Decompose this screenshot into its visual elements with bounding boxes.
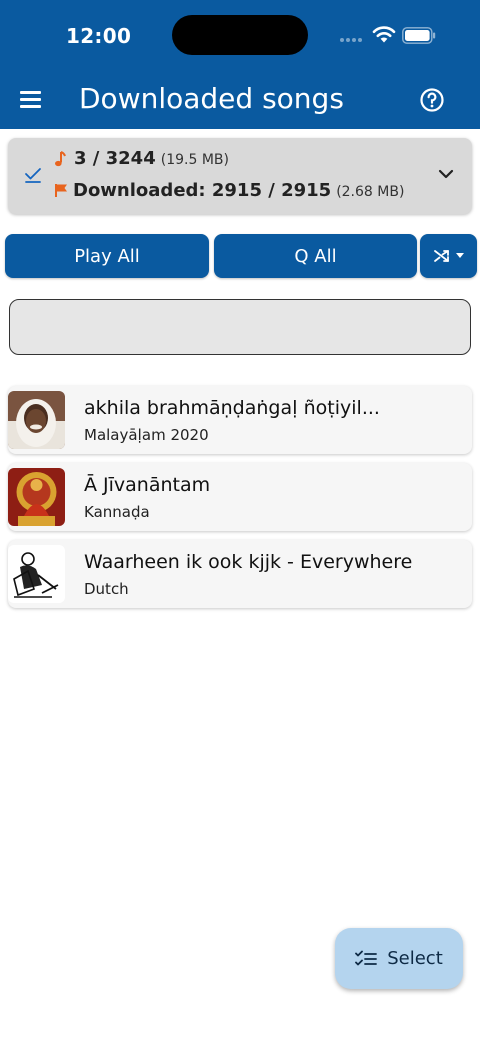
downloaded-count: Downloaded: 2915 / 2915 xyxy=(73,180,332,201)
song-item[interactable]: Ā Jīvanāntam Kannaḍa xyxy=(8,463,472,531)
app-bar: Downloaded songs xyxy=(0,72,480,129)
page-title: Downloaded songs xyxy=(79,82,344,115)
music-note-icon xyxy=(55,150,66,166)
song-language: Dutch xyxy=(84,580,129,598)
select-button[interactable]: Select xyxy=(335,928,463,989)
shuffle-icon xyxy=(434,250,449,262)
caret-down-icon xyxy=(456,253,464,258)
song-list: akhila brahmāṇḍaṅgaḷ ñoṭiyil... Malayāḷa… xyxy=(8,386,472,617)
song-thumbnail xyxy=(8,545,65,603)
song-language: Malayāḷam 2020 xyxy=(84,426,209,444)
action-row: Play All Q All xyxy=(0,234,480,280)
song-count: 3 / 3244 xyxy=(74,148,156,169)
song-language: Kannaḍa xyxy=(84,503,150,521)
check-icon[interactable] xyxy=(24,166,42,184)
song-thumbnail xyxy=(8,391,65,449)
song-title: Waarheen ik ook kjjk - Everywhere xyxy=(84,551,413,573)
wifi-icon xyxy=(372,26,396,43)
play-all-button[interactable]: Play All xyxy=(5,234,209,278)
song-title: akhila brahmāṇḍaṅgaḷ ñoṭiyil... xyxy=(84,397,380,419)
status-bar: 12:00 xyxy=(0,0,480,72)
menu-icon[interactable] xyxy=(18,86,44,112)
shuffle-menu-button[interactable] xyxy=(420,234,477,278)
song-size: (19.5 MB) xyxy=(160,152,229,168)
flag-icon xyxy=(55,184,67,197)
downloaded-row: Downloaded: 2915 / 2915 (2.68 MB) xyxy=(54,180,404,201)
song-item[interactable]: akhila brahmāṇḍaṅgaḷ ñoṭiyil... Malayāḷa… xyxy=(8,386,472,454)
chevron-down-icon[interactable] xyxy=(438,168,454,180)
status-time: 12:00 xyxy=(66,24,132,48)
search-input[interactable] xyxy=(9,299,471,355)
dynamic-island xyxy=(172,15,308,55)
queue-all-button[interactable]: Q All xyxy=(214,234,417,278)
song-item[interactable]: Waarheen ik ook kjjk - Everywhere Dutch xyxy=(8,540,472,608)
download-summary-card[interactable]: 3 / 3244 (19.5 MB) Downloaded: 2915 / 29… xyxy=(8,138,472,214)
song-thumbnail xyxy=(8,468,65,526)
downloaded-size: (2.68 MB) xyxy=(336,184,405,200)
song-count-row: 3 / 3244 (19.5 MB) xyxy=(54,148,229,169)
signal-icon xyxy=(340,38,366,42)
song-title: Ā Jīvanāntam xyxy=(84,474,211,496)
select-button-label: Select xyxy=(387,948,443,969)
checklist-icon xyxy=(355,950,378,965)
help-icon[interactable] xyxy=(419,87,445,113)
battery-icon xyxy=(402,27,436,44)
